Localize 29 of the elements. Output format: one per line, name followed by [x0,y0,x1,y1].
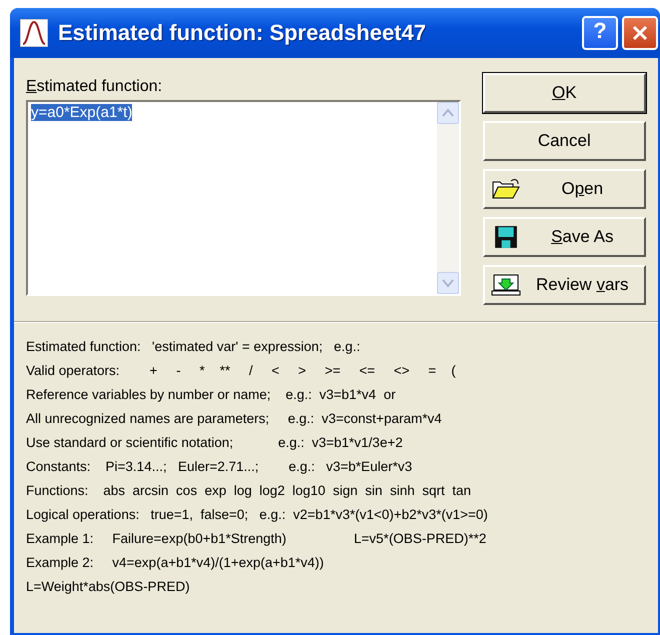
help-text: Example 1: Failure=exp(b0+b1*Strength) L=v5*(OBS-PRED)**2 [26,530,488,548]
close-icon[interactable] [630,23,650,43]
scrollbar[interactable] [436,102,459,294]
help-text: L=Weight*abs(OBS-PRED) [26,578,191,596]
folder-icon [490,177,521,201]
help-text: Example 2: v4=exp(a+b1*v4)/(1+exp(a+b1*v4)) [26,554,325,572]
help-text: Use standard or scientific notation; e.g.: v3=b1*v1/3e+2 [26,434,404,452]
help-text: Constants: Pi=3.14...; Euler=2.71...; e.g.: v3=b*Euler*v3 [26,458,414,476]
help-button[interactable]: ? [582,16,618,50]
help-text: All unrecognized names are parameters; e.g.: v3=const+param*v4 [26,410,443,428]
monitor-download-icon [490,273,521,297]
save-as-button[interactable]: Save As [482,217,646,257]
help-text: Logical operations: true=1, false=0; e.g.: v2=b1*v3*(v1<0)+b2*v3*(v1>=0) [26,506,489,524]
help-text: Valid operators: + - * ** / < > >= <= <> = ( [26,362,457,380]
scroll-up-icon[interactable] [436,102,459,124]
function-text: y=a0*Exp(a1*t) [31,104,132,121]
scroll-down-icon[interactable] [436,272,459,294]
bell-curve-icon [20,19,48,47]
close-button[interactable] [622,16,658,50]
review-vars-button[interactable]: Review vars [482,265,646,305]
ok-button[interactable]: OK [482,73,646,113]
function-input-field[interactable]: y=a0*Exp(a1*t) [26,100,461,296]
cancel-button[interactable]: Cancel [482,121,646,161]
open-button[interactable]: Open [482,169,646,209]
field-label: Estimated function: [26,78,164,97]
help-text: Functions: abs arcsin cos exp log log2 log10 sign sin sinh sqrt tan [26,482,472,500]
help-text: Reference variables by number or name; e.g.: v3=b1*v4 or [26,386,397,404]
help-text: Estimated function: 'estimated var' = expression; e.g.: [26,338,362,356]
window-title: Estimated function: Spreadsheet47 [58,20,427,46]
